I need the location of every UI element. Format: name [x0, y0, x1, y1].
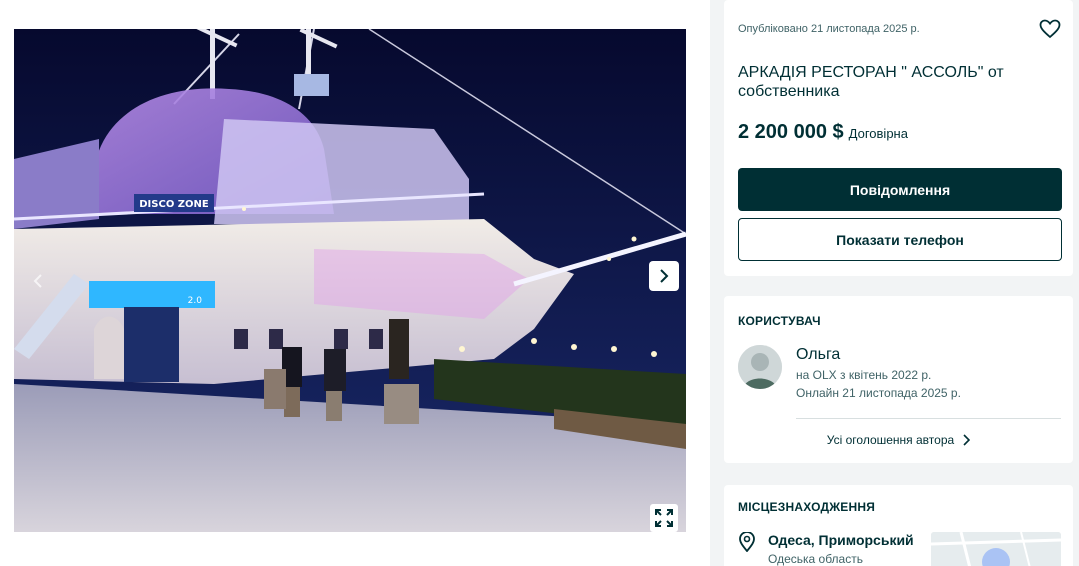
gallery-panel: DISCO ZONE 2.0	[0, 0, 710, 566]
chevron-left-icon	[33, 274, 42, 288]
favorite-button[interactable]	[1039, 19, 1061, 44]
chevron-right-icon	[963, 434, 971, 446]
all-ads-link[interactable]: Усі оголошення автора	[724, 433, 1073, 447]
member-since: на OLX з квітень 2022 р.	[796, 368, 932, 382]
next-photo-button[interactable]	[649, 261, 679, 291]
listing-summary-card: Опубліковано 21 листопада 2025 р. АРКАДІ…	[724, 0, 1073, 276]
price: 2 200 000 $	[738, 121, 844, 143]
listing-title: АРКАДІЯ РЕСТОРАН " АССОЛЬ" от собственни…	[738, 64, 1004, 100]
location-heading: МІСЦЕЗНАХОДЖЕННЯ	[738, 500, 876, 514]
chevron-right-icon	[660, 269, 669, 283]
all-ads-label: Усі оголошення автора	[826, 433, 955, 447]
listing-photo[interactable]: DISCO ZONE 2.0	[14, 29, 686, 532]
previous-photo-button[interactable]	[28, 269, 48, 293]
disco-zone-sign: DISCO ZONE	[139, 199, 209, 210]
published-date: Опубліковано 21 листопада 2025 р.	[738, 23, 920, 35]
location-map[interactable]	[931, 532, 1061, 566]
show-phone-button[interactable]: Показати телефон	[738, 218, 1062, 261]
location-city: Одеса, Приморський	[768, 532, 914, 548]
avatar[interactable]	[738, 345, 782, 389]
user-heading: КОРИСТУВАЧ	[738, 314, 821, 328]
price-row: 2 200 000 $ Договірна	[738, 121, 908, 144]
user-avatar-icon	[738, 345, 782, 389]
location-pin-icon	[738, 531, 756, 557]
negotiable-label: Договірна	[848, 126, 908, 141]
message-button[interactable]: Повідомлення	[738, 168, 1062, 211]
user-card: КОРИСТУВАЧ Ольга на OLX з квітень 2022 р…	[724, 296, 1073, 463]
heart-icon	[1039, 19, 1061, 39]
map-thumbnail	[931, 532, 1061, 566]
divider	[796, 418, 1061, 419]
fullscreen-button[interactable]	[650, 504, 678, 532]
last-online: Онлайн 21 листопада 2025 р.	[796, 386, 961, 400]
location-card: МІСЦЕЗНАХОДЖЕННЯ Одеса, Приморський Одес…	[724, 485, 1073, 566]
user-name[interactable]: Ольга	[796, 346, 840, 364]
blue-sign-text: 2.0	[188, 296, 203, 306]
expand-icon	[655, 509, 673, 527]
location-region: Одеська область	[768, 552, 863, 566]
ship-restaurant-photo: DISCO ZONE 2.0	[14, 29, 686, 532]
